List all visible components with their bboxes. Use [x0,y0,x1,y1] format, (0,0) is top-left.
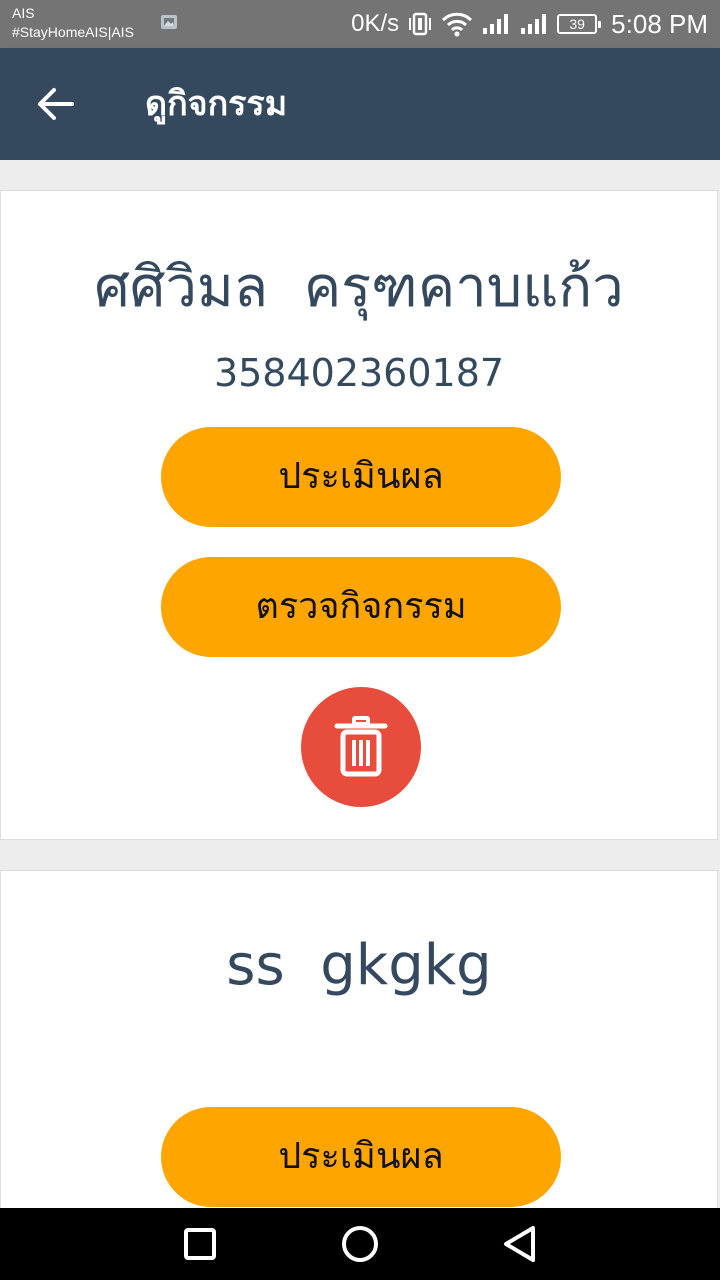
image-notification-icon [161,15,177,29]
status-bar: AIS #StayHomeAIS|AIS 0K/s 39 5:08 PM [0,0,720,48]
evaluate-button[interactable]: ประเมินผล [161,1107,561,1207]
recent-apps-icon[interactable] [180,1224,220,1264]
battery-level: 39 [569,16,585,32]
activity-list[interactable]: ศศิวิมล ครุฑคาบแก้ว 358402360187 ประเมิน… [0,160,720,1208]
network-speed: 0K/s [351,10,400,37]
activity-card: ss gkgkg ประเมินผล [0,870,718,1208]
home-icon[interactable] [340,1224,380,1264]
carrier-line-1: AIS [12,5,35,21]
delete-button[interactable] [301,687,421,807]
wifi-icon [442,12,473,37]
trash-icon [334,716,388,777]
page-title: ดูกิจกรรม [145,84,288,124]
student-id: 358402360187 [213,351,505,395]
back-icon[interactable] [500,1224,540,1264]
app-bar: ดูกิจกรรม [0,48,720,160]
battery-icon: 39 [557,14,602,34]
evaluate-button[interactable]: ประเมินผล [161,427,561,527]
activity-card: ศศิวิมล ครุฑคาบแก้ว 358402360187 ประเมิน… [0,190,718,840]
vibrate-icon [409,12,432,36]
check-activity-button[interactable]: ตรวจกิจกรรม [161,557,561,657]
signal-icon [483,14,509,34]
student-name: ss gkgkg [226,933,492,998]
student-name: ศศิวิมล ครุฑคาบแก้ว [94,255,624,320]
signal-icon [521,14,547,34]
navigation-bar [0,1208,720,1280]
carrier-line-2: #StayHomeAIS|AIS [12,24,134,40]
arrow-left-icon[interactable] [28,84,84,124]
clock: 5:08 PM [611,8,708,39]
carrier-label: AIS #StayHomeAIS|AIS [12,4,134,42]
